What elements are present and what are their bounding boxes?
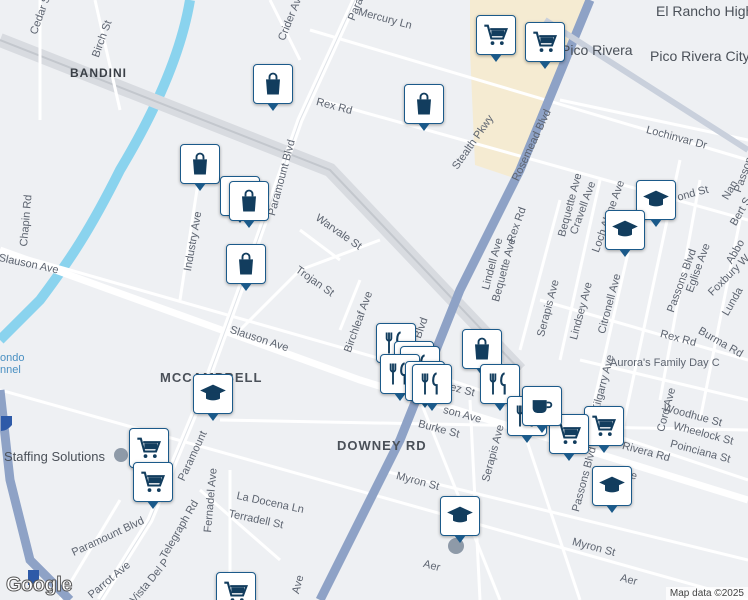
shopping-cart-icon [531,28,559,56]
school-pin[interactable] [592,466,632,513]
shopping-cart-pin[interactable] [584,406,624,453]
school-icon [611,216,639,244]
label-pico-rivera: Pico Rivera [561,42,633,58]
label-staffing-solutions: Staffing Solutions [4,449,105,464]
label-auroras-family-day: Aurora's Family Day C [610,357,720,369]
shopping-bag-pin[interactable] [229,181,269,228]
shopping-cart-icon [590,412,618,440]
shopping-cart-icon [222,578,250,600]
shopping-cart-icon [482,21,510,49]
shopping-cart-pin[interactable] [216,572,256,600]
shopping-bag-pin[interactable] [180,144,220,191]
school-pin[interactable] [605,210,645,257]
label-bandini: BANDINI [70,66,127,80]
school-pin[interactable] [193,374,233,421]
label-rondo: ondo [0,352,25,364]
map-attribution[interactable]: Map data ©2025 [665,587,748,600]
cafe-pin[interactable] [522,386,562,433]
shopping-bag-pin[interactable] [404,84,444,131]
shopping-bag-icon [410,90,438,118]
restaurant-pin[interactable] [412,364,452,411]
shopping-cart-icon [139,468,167,496]
shopping-bag-icon [186,150,214,178]
shopping-bag-pin[interactable] [226,244,266,291]
school-pin[interactable] [440,496,480,543]
shopping-cart-pin[interactable] [476,15,516,62]
school-icon [598,472,626,500]
school-icon [642,186,670,214]
shopping-bag-pin[interactable] [253,64,293,111]
map-base-layer [0,0,748,600]
shopping-cart-pin[interactable] [525,22,565,69]
cafe-icon [528,392,556,420]
map-canvas[interactable]: Cedar St Birch St Crider Ave Paramount B… [0,0,748,600]
label-downey-rd: DOWNEY RD [337,438,427,453]
restaurant-icon [486,370,514,398]
restaurant-icon [418,370,446,398]
label-nnel: nnel [0,364,21,376]
shopping-bag-icon [259,70,287,98]
label-el-rancho: El Rancho High [656,3,748,19]
shopping-bag-icon [235,187,263,215]
shopping-cart-icon [135,434,163,462]
label-pico-rivera-city: Pico Rivera City [650,48,748,64]
google-logo: Google [6,574,73,597]
shopping-bag-pin[interactable] [462,329,502,376]
shopping-cart-pin[interactable] [133,462,173,509]
school-icon [446,502,474,530]
shopping-bag-icon [232,250,260,278]
school-icon [199,380,227,408]
shopping-bag-icon [468,335,496,363]
